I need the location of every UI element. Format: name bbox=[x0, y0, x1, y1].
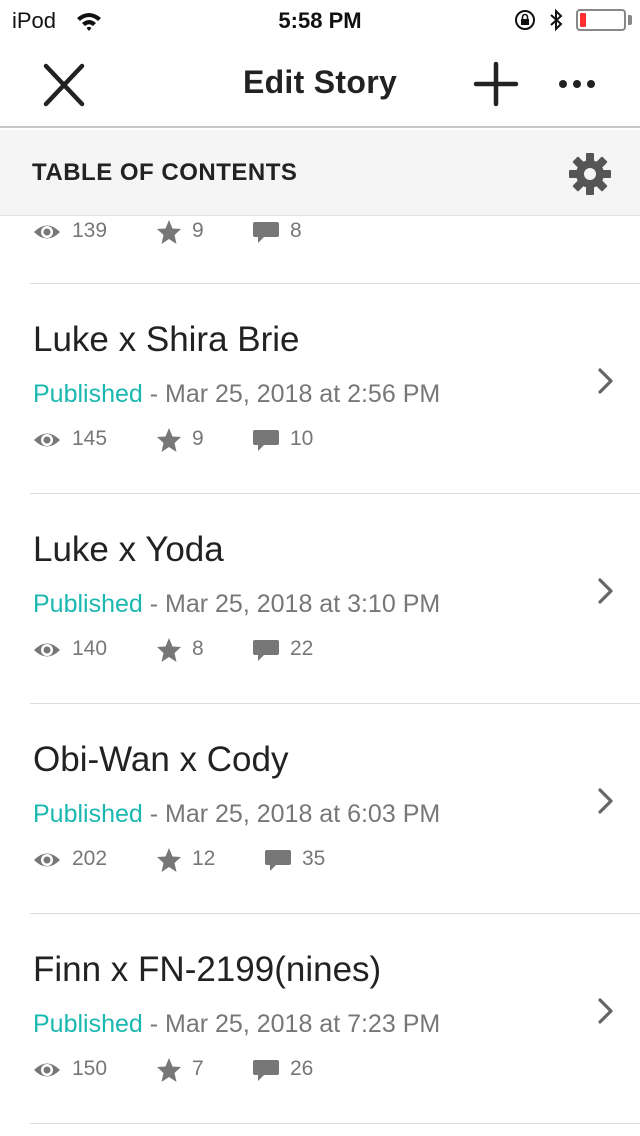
meta-separator: - bbox=[142, 1010, 166, 1038]
comments-count: 22 bbox=[290, 637, 314, 660]
views-count: 140 bbox=[72, 637, 108, 660]
eye-icon bbox=[34, 853, 60, 867]
comment-icon bbox=[265, 850, 291, 871]
chevron-right-icon bbox=[598, 788, 613, 814]
list-item[interactable]: Luke x Shira Brie Published - Mar 25, 20… bbox=[30, 284, 640, 494]
comments-count: 10 bbox=[290, 427, 314, 450]
gear-icon[interactable] bbox=[566, 150, 614, 198]
comment-icon bbox=[253, 640, 279, 661]
more-icon[interactable] bbox=[550, 62, 604, 106]
votes-count: 8 bbox=[192, 637, 204, 660]
part-meta: Published - Mar 25, 2018 at 7:23 PM bbox=[33, 1010, 440, 1039]
star-icon bbox=[157, 638, 181, 662]
list-item[interactable]: Obi-Wan x Cody Published - Mar 25, 2018 … bbox=[30, 704, 640, 914]
eye-icon bbox=[34, 433, 60, 447]
part-title: Luke x Shira Brie bbox=[33, 320, 300, 359]
status-label: Published bbox=[33, 1010, 143, 1038]
comment-icon bbox=[253, 430, 279, 451]
chevron-right-icon bbox=[598, 368, 613, 394]
views-count: 150 bbox=[72, 1057, 108, 1080]
votes-count: 9 bbox=[192, 427, 204, 450]
status-label: Published bbox=[33, 380, 143, 408]
part-date: Mar 25, 2018 at 3:10 PM bbox=[165, 590, 441, 618]
part-title: Finn x FN-2199(nines) bbox=[33, 950, 382, 989]
comments-count: 26 bbox=[290, 1057, 314, 1080]
part-date: Mar 25, 2018 at 2:56 PM bbox=[165, 380, 441, 408]
votes-count: 7 bbox=[192, 1057, 204, 1080]
part-stats: 202 12 35 bbox=[32, 846, 452, 874]
toc-header: TABLE OF CONTENTS bbox=[0, 130, 640, 216]
votes-count: 9 bbox=[192, 219, 204, 242]
nav-bar: Edit Story bbox=[0, 40, 640, 128]
comments-count: 35 bbox=[302, 847, 326, 870]
comment-icon bbox=[253, 222, 279, 243]
status-bar: iPod 5:58 PM bbox=[0, 0, 640, 40]
list-item[interactable]: Luke x Yoda Published - Mar 25, 2018 at … bbox=[30, 494, 640, 704]
status-label: Published bbox=[33, 590, 143, 618]
views-count: 202 bbox=[72, 847, 108, 870]
part-stats: 139 9 8 bbox=[32, 218, 452, 246]
list-item[interactable]: Finn x FN-2199(nines) Published - Mar 25… bbox=[30, 914, 640, 1124]
orientation-lock-icon bbox=[515, 10, 535, 30]
list-item-partial[interactable]: 139 9 8 bbox=[30, 216, 640, 284]
plus-icon[interactable] bbox=[468, 58, 524, 110]
meta-separator: - bbox=[142, 800, 166, 828]
comment-icon bbox=[253, 1060, 279, 1081]
eye-icon bbox=[34, 1063, 60, 1077]
battery-icon bbox=[576, 9, 626, 31]
clock: 5:58 PM bbox=[278, 8, 362, 33]
comments-count: 8 bbox=[290, 219, 302, 242]
part-stats: 150 7 26 bbox=[32, 1056, 452, 1084]
views-count: 145 bbox=[72, 427, 108, 450]
meta-separator: - bbox=[142, 380, 166, 408]
chevron-right-icon bbox=[598, 998, 613, 1024]
votes-count: 12 bbox=[192, 847, 216, 870]
star-icon bbox=[157, 848, 181, 872]
part-date: Mar 25, 2018 at 6:03 PM bbox=[165, 800, 441, 828]
views-count: 139 bbox=[72, 219, 108, 242]
meta-separator: - bbox=[142, 590, 166, 618]
eye-icon bbox=[34, 225, 60, 239]
parts-list: 139 9 8 Luke x Shira Brie Published - Ma… bbox=[0, 216, 640, 1124]
part-meta: Published - Mar 25, 2018 at 6:03 PM bbox=[33, 800, 440, 829]
part-title: Obi-Wan x Cody bbox=[33, 740, 289, 779]
chevron-right-icon bbox=[598, 578, 613, 604]
part-meta: Published - Mar 25, 2018 at 3:10 PM bbox=[33, 590, 440, 619]
eye-icon bbox=[34, 643, 60, 657]
part-title: Luke x Yoda bbox=[33, 530, 224, 569]
star-icon bbox=[157, 1058, 181, 1082]
bluetooth-icon bbox=[550, 8, 563, 32]
part-date: Mar 25, 2018 at 7:23 PM bbox=[165, 1010, 441, 1038]
status-label: Published bbox=[33, 800, 143, 828]
part-stats: 140 8 22 bbox=[32, 636, 452, 664]
part-meta: Published - Mar 25, 2018 at 2:56 PM bbox=[33, 380, 440, 409]
page-title: Edit Story bbox=[242, 64, 398, 100]
star-icon bbox=[157, 220, 181, 244]
battery-level bbox=[580, 13, 586, 27]
section-title: TABLE OF CONTENTS bbox=[32, 159, 298, 186]
part-stats: 145 9 10 bbox=[32, 426, 452, 454]
star-icon bbox=[157, 428, 181, 452]
battery-tip bbox=[628, 15, 632, 25]
